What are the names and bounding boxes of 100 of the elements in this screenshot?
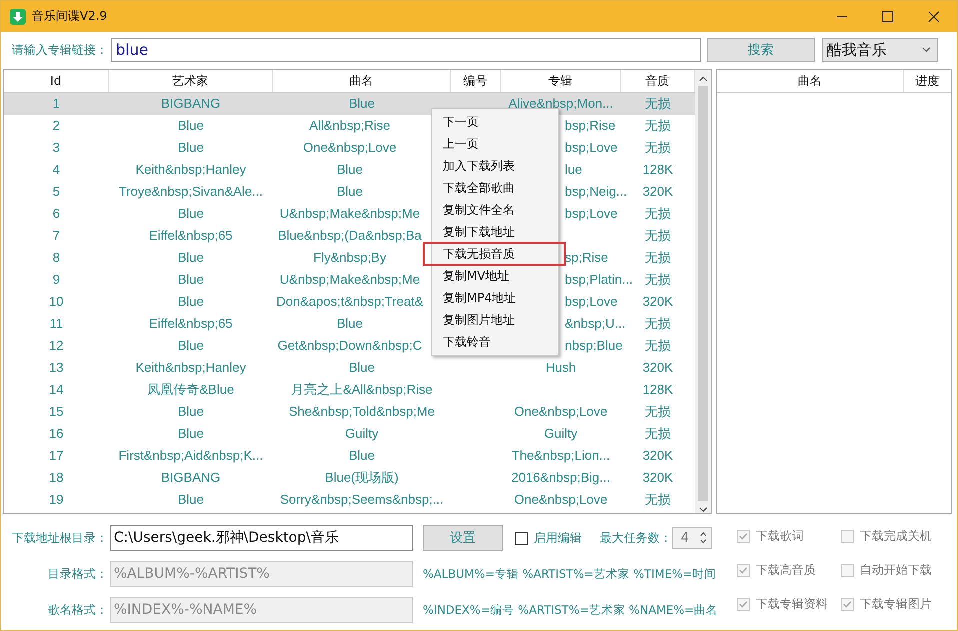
scroll-up-icon[interactable] — [698, 76, 708, 82]
table-cell: Get&nbsp;Down&nbsp;C — [278, 338, 422, 353]
table-cell: BIGBANG — [161, 96, 221, 111]
table-cell: Blue — [348, 448, 376, 463]
menu-item[interactable]: 复制图片地址 — [432, 309, 558, 331]
table-cell: Blue — [348, 96, 376, 111]
table-cell: 无损 — [645, 228, 671, 243]
table-cell: bsp;Love — [565, 294, 618, 309]
table-cell: One&nbsp;Love — [514, 404, 608, 419]
table-cell: 15 — [49, 404, 64, 419]
maximize-icon[interactable] — [882, 10, 894, 22]
enable-edit-checkbox[interactable]: 启用编辑 — [515, 530, 582, 546]
table-cell: nbsp;Blue — [565, 338, 623, 353]
checkbox-icon — [737, 564, 750, 577]
column-header[interactable]: 编号 — [451, 70, 501, 92]
menu-item[interactable]: 复制MV地址 — [432, 265, 558, 287]
table-cell: 3 — [52, 140, 60, 155]
table-cell: 无损 — [645, 338, 671, 353]
table-cell: sp;Rise — [565, 250, 608, 265]
table-cell: One&nbsp;Love — [303, 140, 397, 155]
format-hint: %INDEX%=编号 %ARTIST%=艺术家 %NAME%=曲名 — [423, 602, 718, 618]
table-cell: 5 — [52, 184, 60, 199]
table-cell: Guilty — [345, 426, 379, 441]
table-cell: 17 — [49, 448, 64, 463]
table-cell: One&nbsp;Love — [514, 492, 608, 507]
column-header[interactable]: 艺术家 — [109, 70, 273, 92]
column-header[interactable]: 曲名 — [273, 70, 451, 92]
table-cell: 6 — [52, 206, 60, 221]
scrollbar[interactable] — [695, 70, 711, 513]
table-cell: bsp;Rise — [565, 118, 616, 133]
table-cell: Blue — [178, 250, 204, 265]
table-cell: She&nbsp;Told&nbsp;Me — [289, 404, 435, 419]
scroll-down-icon[interactable] — [698, 507, 708, 513]
table-cell: Blue — [178, 426, 204, 441]
table-cell: 9 — [52, 272, 60, 287]
table-cell: 320K — [642, 448, 674, 463]
column-header[interactable]: 进度 — [904, 70, 951, 92]
checkbox-icon — [737, 598, 750, 611]
table-cell: U&nbsp;Make&nbsp;Me — [280, 272, 420, 287]
table-cell: Blue — [336, 316, 364, 331]
menu-item[interactable]: 下载全部歌曲 — [432, 177, 558, 199]
table-cell: Blue(现场版) — [325, 470, 399, 485]
chevron-down-icon — [922, 47, 931, 53]
table-cell: Blue — [178, 492, 204, 507]
table-cell: 14 — [49, 382, 64, 397]
table-cell: 无损 — [645, 316, 671, 331]
table-cell: The&nbsp;Lion... — [512, 448, 610, 463]
table-cell: BIGBANG — [161, 470, 221, 485]
checkbox-icon — [737, 530, 750, 543]
table-cell: 凤凰传奇&Blue — [148, 382, 234, 397]
table-cell: 无损 — [645, 492, 671, 507]
column-header[interactable]: 曲名 — [717, 70, 904, 92]
table-cell: 2 — [52, 118, 60, 133]
table-cell: Eiffel&nbsp;65 — [149, 228, 233, 243]
format-hint: %ALBUM%=专辑 %ARTIST%=艺术家 %TIME%=时间 — [423, 566, 717, 582]
table-cell: Blue — [178, 118, 204, 133]
table-cell: bsp;Love — [565, 206, 618, 221]
table-cell: Blue — [178, 404, 204, 419]
table-cell: Eiffel&nbsp;65 — [149, 316, 233, 331]
table-cell: 18 — [49, 470, 64, 485]
table-cell: bsp;Platin... — [565, 272, 633, 287]
table-cell: 无损 — [645, 118, 671, 133]
album-link-field[interactable]: blue — [111, 38, 701, 62]
column-header[interactable]: 专辑 — [501, 70, 621, 92]
close-icon[interactable] — [928, 10, 940, 22]
column-header[interactable]: Id — [4, 70, 109, 92]
table-cell: Blue — [178, 140, 204, 155]
table-cell: 320K — [642, 360, 674, 375]
table-cell: &nbsp;U... — [565, 316, 626, 331]
table-cell: 无损 — [645, 250, 671, 265]
checkbox-icon — [841, 564, 854, 577]
table-cell: Sorry&nbsp;Seems&nbsp;... — [280, 492, 444, 507]
checkbox-icon — [515, 532, 528, 544]
menu-item[interactable]: 复制MP4地址 — [432, 287, 558, 309]
table-cell: Don&apos;t&nbsp;Treat& — [276, 294, 424, 309]
menu-item[interactable]: 上一页 — [432, 133, 558, 155]
table-cell: Blue — [336, 184, 364, 199]
max-tasks-spinner[interactable]: 4 — [672, 527, 712, 549]
table-cell: Guilty — [544, 426, 578, 441]
table-cell: 2016&nbsp;Big... — [511, 470, 611, 485]
table-cell: Keith&nbsp;Hanley — [136, 360, 246, 375]
table-cell: Keith&nbsp;Hanley — [136, 162, 246, 177]
source-dropdown[interactable]: 酷我音乐 — [822, 38, 938, 62]
table-cell: Alive&nbsp;Mon... — [508, 96, 614, 111]
table-cell: 10 — [49, 294, 64, 309]
menu-item[interactable]: 复制文件全名 — [432, 199, 558, 221]
menu-item[interactable]: 下载铃音 — [432, 331, 558, 353]
table-cell: 320K — [642, 184, 674, 199]
menu-item[interactable]: 复制下载地址 — [432, 221, 558, 243]
table-cell: Blue — [336, 162, 364, 177]
menu-item[interactable]: 加入下载列表 — [432, 155, 558, 177]
table-cell: Hush — [546, 360, 576, 375]
table-cell: All&nbsp;Rise — [310, 118, 390, 133]
folder-format-label: 目录格式： — [47, 566, 108, 582]
menu-item[interactable]: 下载无损音质 — [424, 243, 565, 265]
table-cell: 128K — [642, 162, 674, 177]
table-cell: 无损 — [645, 272, 671, 287]
table-cell: 19 — [49, 492, 64, 507]
download-path-field[interactable]: C:\Users\geek.邪神\Desktop\音乐 — [110, 525, 413, 551]
menu-item[interactable]: 下一页 — [432, 111, 558, 133]
